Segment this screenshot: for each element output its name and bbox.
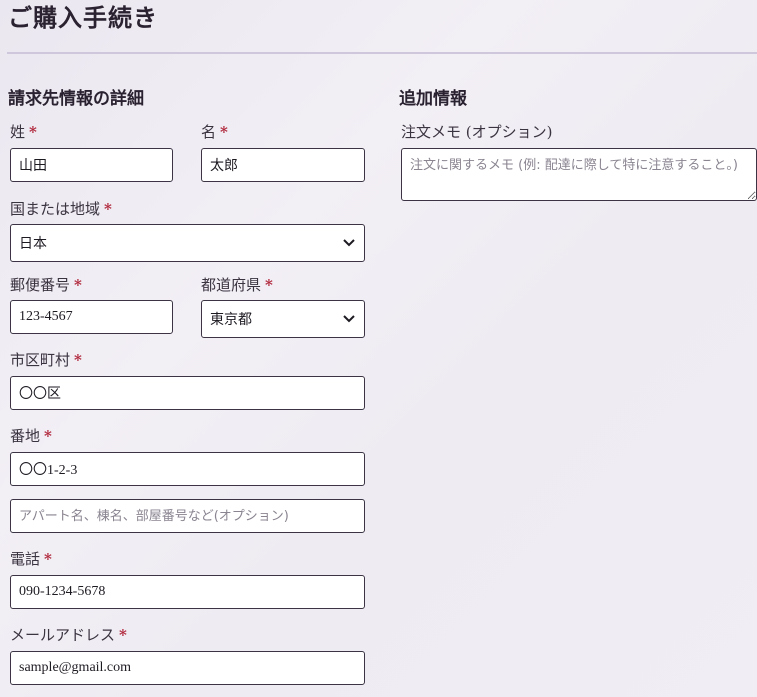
required-mark: * xyxy=(44,550,52,568)
address-label-text: 番地 xyxy=(10,427,41,445)
country-label-text: 国または地域 xyxy=(10,200,101,218)
additional-info-heading: 追加情報 xyxy=(399,89,467,109)
prefecture-select-value: 東京都 xyxy=(210,313,252,328)
chevron-down-icon xyxy=(342,236,356,250)
required-mark: * xyxy=(29,123,37,141)
last-name-input[interactable] xyxy=(10,148,173,182)
page-title: ご購入手続き xyxy=(8,3,158,32)
postal-code-input[interactable] xyxy=(10,300,173,334)
first-name-label: 名 * xyxy=(201,122,228,142)
title-divider xyxy=(7,52,757,54)
last-name-label-text: 姓 xyxy=(10,123,26,141)
postal-code-label: 郵便番号 * xyxy=(10,275,82,295)
required-mark: * xyxy=(220,123,228,141)
last-name-label: 姓 * xyxy=(10,122,37,142)
required-mark: * xyxy=(74,351,82,369)
country-select-value: 日本 xyxy=(19,237,47,252)
required-mark: * xyxy=(44,427,52,445)
required-mark: * xyxy=(265,276,273,294)
prefecture-label: 都道府県 * xyxy=(201,275,273,295)
order-notes-label: 注文メモ (オプション) xyxy=(401,123,553,141)
phone-input[interactable] xyxy=(10,575,365,609)
email-label: メールアドレス * xyxy=(10,625,127,645)
required-mark: * xyxy=(104,200,112,218)
prefecture-select[interactable]: 東京都 xyxy=(201,300,365,338)
required-mark: * xyxy=(74,276,82,294)
city-input[interactable] xyxy=(10,376,365,410)
chevron-down-icon xyxy=(342,312,356,326)
address-line1-input[interactable] xyxy=(10,452,365,486)
city-label: 市区町村 * xyxy=(10,350,82,370)
first-name-label-text: 名 xyxy=(201,123,217,141)
city-label-text: 市区町村 xyxy=(10,351,71,369)
phone-label-text: 電話 xyxy=(10,550,41,568)
postal-code-label-text: 郵便番号 xyxy=(10,276,71,294)
required-mark: * xyxy=(119,626,127,644)
billing-heading: 請求先情報の詳細 xyxy=(8,89,144,109)
phone-label: 電話 * xyxy=(10,549,52,569)
email-input[interactable] xyxy=(10,651,365,685)
prefecture-label-text: 都道府県 xyxy=(201,276,262,294)
first-name-input[interactable] xyxy=(201,148,365,182)
country-select[interactable]: 日本 xyxy=(10,224,365,262)
country-label: 国または地域 * xyxy=(10,199,112,219)
order-notes-textarea[interactable] xyxy=(401,148,757,201)
address-label: 番地 * xyxy=(10,426,52,446)
address-line2-input[interactable] xyxy=(10,499,365,533)
email-label-text: メールアドレス xyxy=(10,626,116,644)
